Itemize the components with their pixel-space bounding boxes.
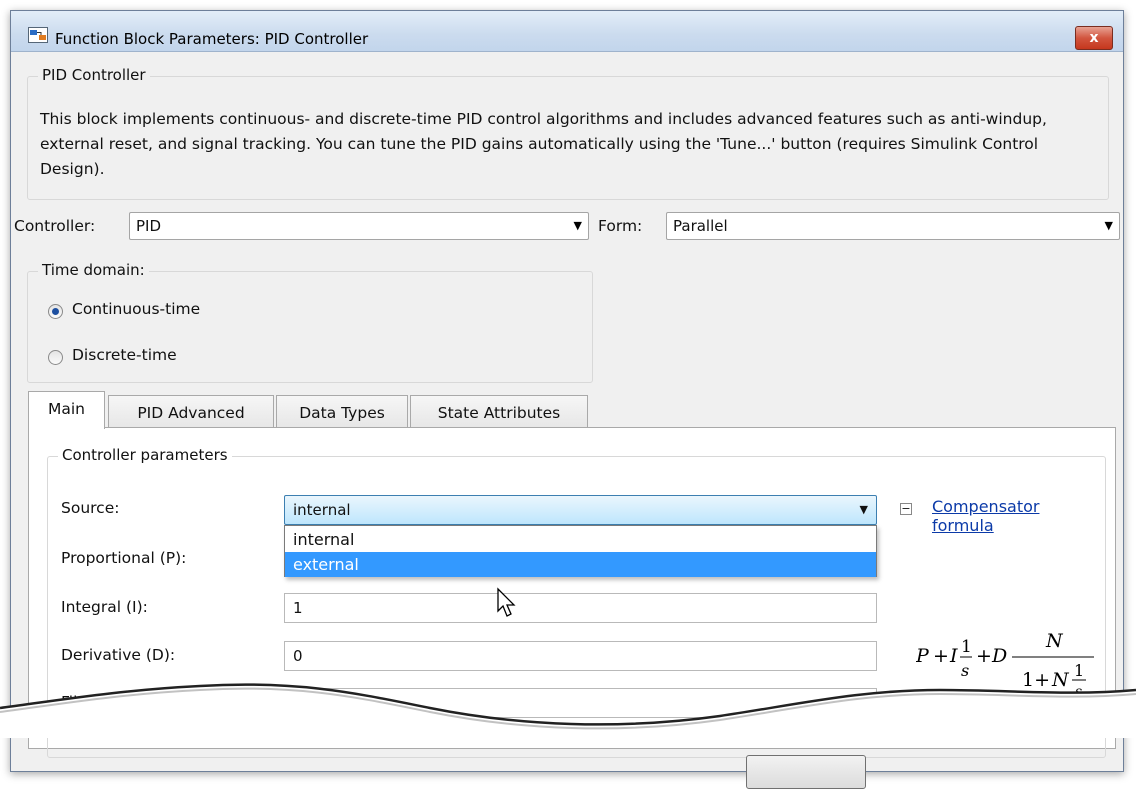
torn-edge-decoration [0, 683, 1136, 738]
svg-text:1: 1 [961, 637, 972, 657]
title-bar[interactable]: Function Block Parameters: PID Controlle… [11, 11, 1123, 52]
source-label: Source: [61, 499, 120, 517]
integral-label: Integral (I): [61, 598, 148, 616]
form-value: Parallel [673, 217, 728, 235]
group-title-pid: PID Controller [38, 66, 150, 84]
proportional-label: Proportional (P): [61, 549, 187, 567]
chevron-down-icon: ▼ [1104, 219, 1113, 232]
dropdown-option-internal[interactable]: internal [285, 527, 876, 552]
collapse-icon[interactable]: − [900, 503, 912, 515]
radio-continuous-time[interactable] [48, 304, 63, 319]
controller-label: Controller: [14, 217, 96, 235]
source-dropdown-list: internal external [284, 525, 877, 577]
mouse-pointer-icon [497, 587, 516, 617]
radio-label-discrete: Discrete-time [72, 346, 177, 364]
controller-select[interactable]: PID ▼ [129, 212, 589, 240]
block-description: This block implements continuous- and di… [40, 110, 1047, 178]
simulink-block-icon [28, 27, 48, 43]
tab-state-attributes[interactable]: State Attributes [410, 395, 588, 429]
compensator-formula-link[interactable]: Compensator formula [932, 497, 1105, 535]
tab-pid-advanced[interactable]: PID Advanced [108, 395, 274, 429]
dropdown-option-external[interactable]: external [285, 552, 876, 577]
radio-discrete-time[interactable] [48, 350, 63, 365]
tune-button[interactable] [746, 755, 866, 789]
group-title-time: Time domain: [38, 261, 149, 279]
form-label: Form: [598, 217, 643, 235]
block-description-group: PID Controller This block implements con… [27, 66, 1109, 200]
form-select[interactable]: Parallel ▼ [666, 212, 1120, 240]
close-button[interactable]: x [1075, 26, 1113, 50]
group-title-params: Controller parameters [58, 446, 232, 464]
dialog-window: Function Block Parameters: PID Controlle… [10, 10, 1124, 789]
chevron-down-icon: ▼ [573, 219, 582, 232]
close-icon: x [1089, 30, 1099, 46]
svg-text:N: N [1045, 630, 1064, 652]
time-domain-group: Time domain: Continuous-time Discrete-ti… [27, 261, 593, 383]
integral-input[interactable]: 1 [284, 593, 877, 623]
chevron-down-icon: ▼ [859, 503, 868, 516]
tab-main[interactable]: Main [28, 391, 105, 429]
source-value: internal [293, 501, 351, 519]
source-select[interactable]: internal ▼ [284, 495, 877, 525]
tab-data-types[interactable]: Data Types [276, 395, 408, 429]
window-title: Function Block Parameters: PID Controlle… [55, 30, 369, 48]
radio-label-continuous: Continuous-time [72, 300, 201, 318]
controller-value: PID [136, 217, 162, 235]
